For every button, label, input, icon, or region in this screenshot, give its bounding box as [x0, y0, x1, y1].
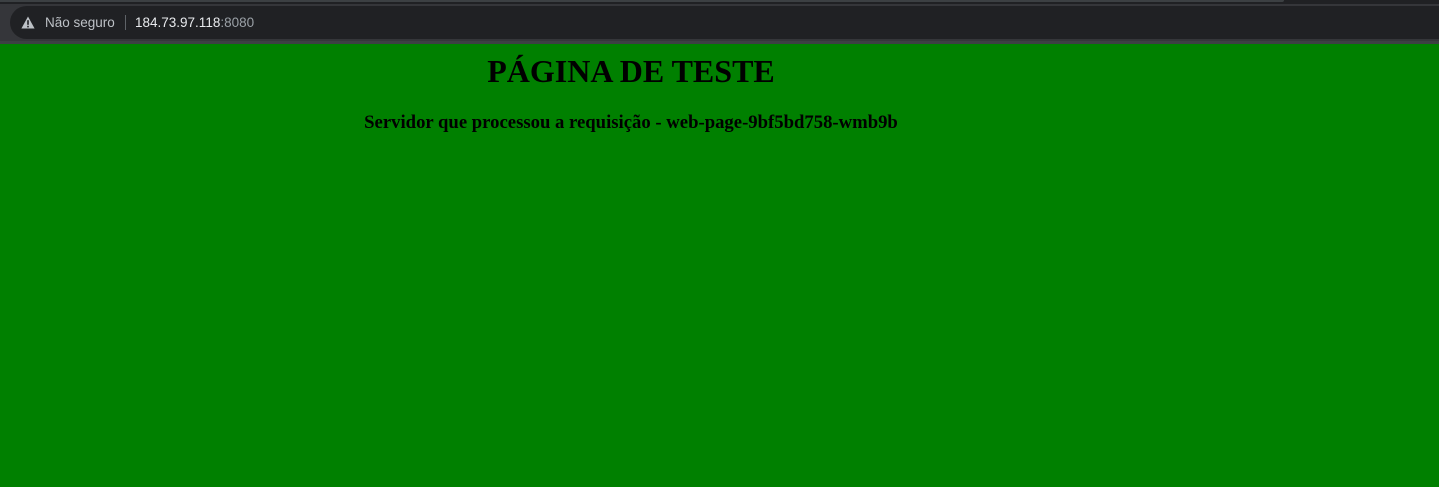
url-host: 184.73.97.118: [135, 15, 221, 30]
page-title: PÁGINA DE TESTE: [487, 53, 775, 89]
warning-triangle-icon[interactable]: [21, 16, 35, 29]
address-bar-divider: [125, 15, 126, 30]
address-bar[interactable]: Não seguro 184.73.97.118:8080: [10, 6, 1439, 39]
server-info-text: Servidor que processou a requisição - we…: [364, 112, 898, 133]
browser-toolbar: Não seguro 184.73.97.118:8080: [0, 4, 1439, 41]
security-status-label[interactable]: Não seguro: [45, 14, 115, 31]
page-viewport: PÁGINA DE TESTE Servidor que processou a…: [0, 44, 1439, 487]
url-port: :8080: [220, 15, 255, 30]
tab-strip-edge: [0, 0, 1284, 2]
url-text[interactable]: 184.73.97.118:8080: [135, 14, 254, 31]
